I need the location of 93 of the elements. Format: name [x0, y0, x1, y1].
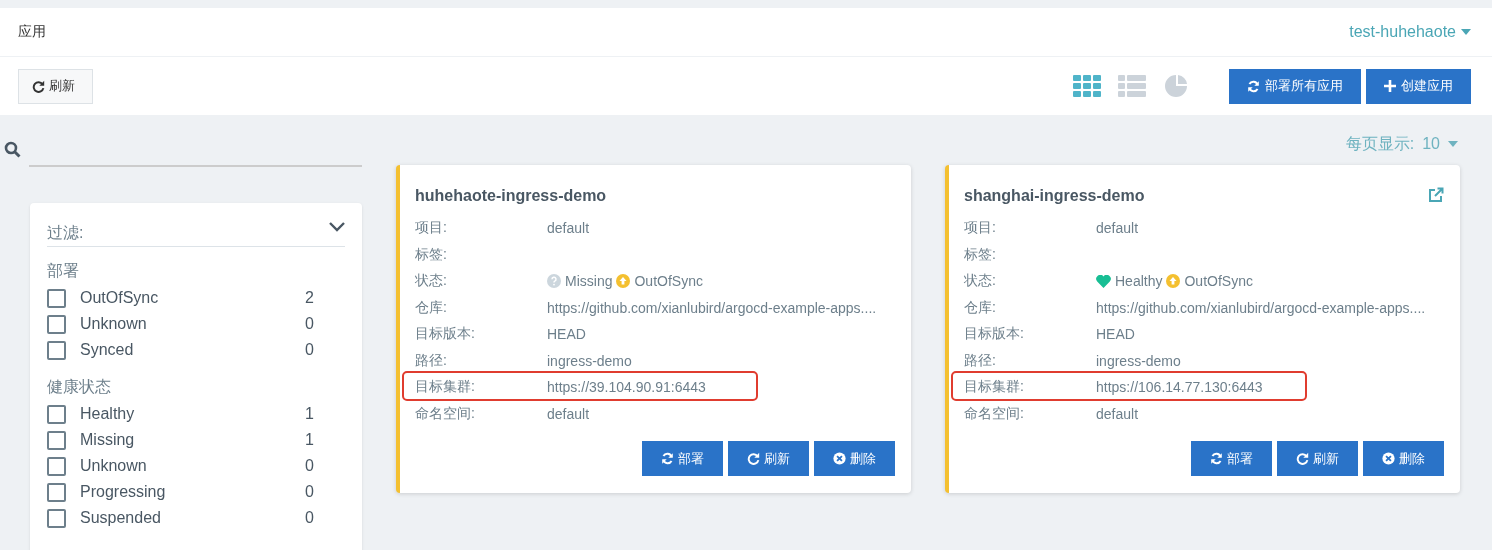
filter-label: Suspended: [80, 509, 162, 527]
sync-icon: [1210, 452, 1223, 465]
filter-label: Progressing: [80, 483, 167, 501]
field-value: https://github.com/xianlubird/argocd-example-apps....: [1096, 299, 1426, 316]
sync-button[interactable]: 部署: [642, 441, 723, 476]
field-label: 项目:: [415, 219, 448, 238]
arrow-up-circle-icon: [616, 274, 631, 289]
filter-label: Unknown: [80, 315, 148, 333]
delete-icon: [833, 452, 846, 465]
field-value: default: [547, 405, 590, 422]
filter-label: OutOfSync: [80, 289, 160, 307]
sync-icon: [661, 452, 674, 465]
field-label: 命名空间:: [964, 404, 1025, 423]
page-title: 应用: [18, 23, 46, 41]
filter-group-title: 部署: [47, 261, 80, 281]
field-value: https://github.com/xianlubird/argocd-example-apps....: [547, 299, 877, 316]
sync-status: OutOfSync: [634, 273, 703, 290]
checkbox[interactable]: [47, 288, 66, 308]
filter-label: Unknown: [80, 457, 148, 475]
tiles-view-icon[interactable]: [1073, 75, 1101, 97]
filter-label: Missing: [80, 431, 136, 449]
checkbox[interactable]: [47, 404, 66, 424]
delete-button[interactable]: 删除: [1363, 441, 1444, 476]
checkbox[interactable]: [47, 430, 66, 450]
chevron-icon[interactable]: [329, 221, 345, 232]
field-value: HEAD: [1096, 326, 1135, 343]
field-label: 目标版本:: [415, 325, 476, 344]
filter-count: 0: [305, 509, 314, 527]
sync-icon: [1247, 79, 1260, 93]
app-name: shanghai-ingress-demo: [964, 187, 1145, 206]
field-value: https://106.14.77.130:6443: [1096, 379, 1263, 396]
field-value: default: [1096, 220, 1139, 237]
heart-icon: [1096, 274, 1111, 288]
field-label: 命名空间:: [415, 404, 476, 423]
filter-label: Synced: [80, 341, 135, 359]
field-label: 目标集群:: [964, 378, 1025, 397]
field-label: 状态:: [964, 272, 997, 291]
app-name: huhehaote-ingress-demo: [415, 187, 607, 206]
app-card[interactable]: [945, 165, 1460, 493]
field-value: https://39.104.90.91:6443: [547, 379, 706, 396]
arrow-up-circle-icon: [1166, 274, 1181, 289]
caret-icon: [1448, 141, 1458, 147]
filter-count: 0: [305, 457, 314, 475]
field-label: 目标集群:: [415, 378, 476, 397]
caret-icon: [1461, 29, 1471, 35]
sync-button[interactable]: 部署: [1191, 441, 1272, 476]
checkbox[interactable]: [47, 456, 66, 476]
refresh-button[interactable]: 刷新: [728, 441, 809, 476]
filter-title: 过滤:: [47, 223, 84, 243]
field-value: default: [1096, 405, 1139, 422]
checkbox[interactable]: [47, 482, 66, 502]
filter-count: 1: [305, 431, 314, 449]
filter-count: 0: [305, 315, 314, 333]
filter-label: Healthy: [80, 405, 136, 423]
filter-count: 2: [305, 289, 314, 307]
refresh-button[interactable]: 刷新: [1277, 441, 1358, 476]
refresh-icon: [32, 79, 45, 93]
field-label: 路径:: [415, 351, 448, 370]
external-link-icon[interactable]: [1428, 187, 1444, 203]
app-card[interactable]: [396, 165, 911, 493]
field-label: 仓库:: [964, 298, 997, 317]
search-icon: [4, 140, 21, 158]
field-label: 项目:: [964, 219, 997, 238]
filter-count: 0: [305, 483, 314, 501]
refresh-icon: [1296, 452, 1309, 465]
field-label: 路径:: [964, 351, 997, 370]
delete-button[interactable]: 删除: [814, 441, 895, 476]
sync-all-button[interactable]: 部署所有应用: [1229, 68, 1361, 104]
field-label: 状态:: [415, 272, 448, 291]
plus-icon: [1384, 80, 1396, 92]
create-app-button[interactable]: 创建应用: [1366, 68, 1471, 104]
filter-count: 0: [305, 341, 314, 359]
field-value: HEAD: [547, 326, 586, 343]
filter-group-title: 健康状态: [47, 377, 112, 397]
field-label: 标签:: [964, 245, 997, 264]
filter-count: 1: [305, 405, 314, 423]
sync-status: OutOfSync: [1184, 273, 1253, 290]
checkbox[interactable]: [47, 314, 66, 334]
delete-icon: [1382, 452, 1395, 465]
field-label: 目标版本:: [964, 325, 1025, 344]
field-value: default: [547, 220, 590, 237]
namespace-dropdown[interactable]: test-huhehaote: [1349, 23, 1471, 41]
checkbox[interactable]: [47, 508, 66, 528]
refresh-button[interactable]: 刷新: [18, 68, 93, 104]
question-icon: [547, 274, 561, 289]
health-status: Missing: [565, 273, 613, 290]
field-value: ingress-demo: [1096, 352, 1181, 369]
field-label: 标签:: [415, 245, 448, 264]
health-status: Healthy: [1115, 273, 1163, 290]
field-label: 仓库:: [415, 298, 448, 317]
field-value: ingress-demo: [547, 352, 632, 369]
checkbox[interactable]: [47, 340, 66, 360]
refresh-icon: [747, 452, 760, 465]
